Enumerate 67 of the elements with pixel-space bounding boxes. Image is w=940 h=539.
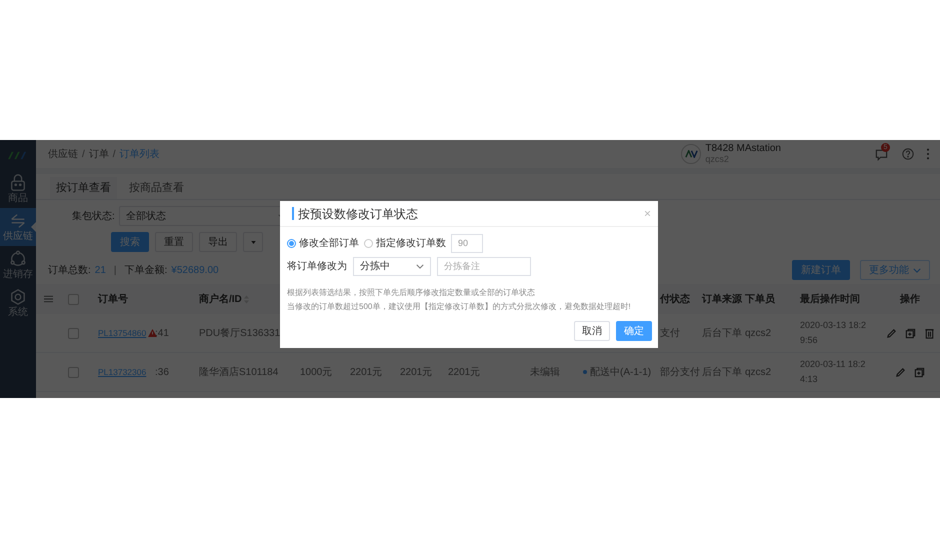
option-label: 修改全部订单 [299,236,359,250]
arrows-icon [9,212,27,230]
option-label: 指定修改订单数 [376,236,446,250]
checkbox[interactable] [68,328,79,338]
cancel-button[interactable]: 取消 [574,321,610,341]
action-button[interactable]: 重置 [155,232,193,252]
breadcrumb-separator: / [82,148,85,162]
status-select[interactable]: 分拣中 [353,256,431,276]
settings-icon [9,288,27,306]
pencil-icon[interactable] [895,366,906,378]
radio-option[interactable]: 修改全部订单 [287,236,359,250]
radio-button[interactable] [364,238,373,248]
summary-label: 下单金额: [124,264,168,278]
caret-icon [250,240,256,244]
separator: | [112,264,118,278]
more-button[interactable]: 更多功能 [860,260,930,280]
radio-option[interactable]: 指定修改订单数 [364,236,446,250]
count-field[interactable]: 90 [451,234,483,252]
messages-button[interactable] [875,148,888,160]
field-label: 集包状态: [72,210,115,224]
column-header: 商户名/ID [199,292,242,306]
radio-button[interactable] [287,238,296,248]
confirm-button[interactable]: 确定 [616,321,652,341]
account-name: T8428 MAstation [705,144,781,154]
order-link[interactable]: PL13754860 [98,326,146,340]
logo-icon [684,150,698,158]
basket-icon [9,174,27,192]
summary-label: 订单总数: [48,264,91,278]
action-button[interactable]: 导出 [199,232,237,252]
more-icon[interactable] [926,148,930,160]
order-amount: ¥52689.00 [171,264,219,278]
copy-icon[interactable] [904,328,916,338]
cycle-icon [9,250,27,268]
breadcrumb-link[interactable]: 订单 [88,146,109,162]
new-order-button[interactable]: 新建订单 [792,260,850,280]
column-header: 下单员 [745,292,775,306]
column-header: 订单来源 [702,292,742,306]
chat-icon [875,148,888,160]
dialog-title: 按预设数修改订单状态 [298,206,418,222]
column-header: 最后操作时间 [800,292,860,306]
pencil-icon[interactable] [886,328,896,338]
column-header: 订单号 [98,292,128,306]
tab[interactable]: 按商品查看 [123,177,190,199]
help-icon[interactable] [902,148,914,160]
field-label: 将订单修改为 [287,260,347,274]
copy-icon[interactable] [914,366,925,378]
note-field[interactable]: 分拣备注 [437,256,531,276]
checkbox[interactable] [68,366,79,378]
logo-icon [7,150,29,160]
hint-text: 当修改的订单数超过500单，建议使用【指定修改订单数】的方式分批次修改，避免数据处理超时! [287,302,632,312]
breadcrumb-link[interactable]: 订单列表 [120,146,160,162]
trash-icon[interactable] [924,328,934,338]
search-button[interactable]: 搜索 [111,232,149,252]
chevron-down-icon [913,268,921,272]
order-link[interactable]: PL13732306 [98,366,146,378]
order-count: 21 [94,264,106,278]
hint-text: 根据列表筛选结果，按照下单先后顺序修改指定数量或全部的订单状态 [287,288,536,298]
sidebar-item[interactable]: 供应链 [0,208,36,246]
breadcrumb-link[interactable]: 供应链 [48,146,78,162]
breadcrumb-separator: / [112,148,116,162]
close-icon[interactable] [645,211,650,216]
column-header: 付状态 [660,292,690,306]
checkbox[interactable] [68,294,79,304]
status-dot [583,370,587,374]
column-header: 操作 [900,292,920,306]
chevron-down-icon [416,264,424,268]
menu-icon[interactable] [44,295,53,303]
